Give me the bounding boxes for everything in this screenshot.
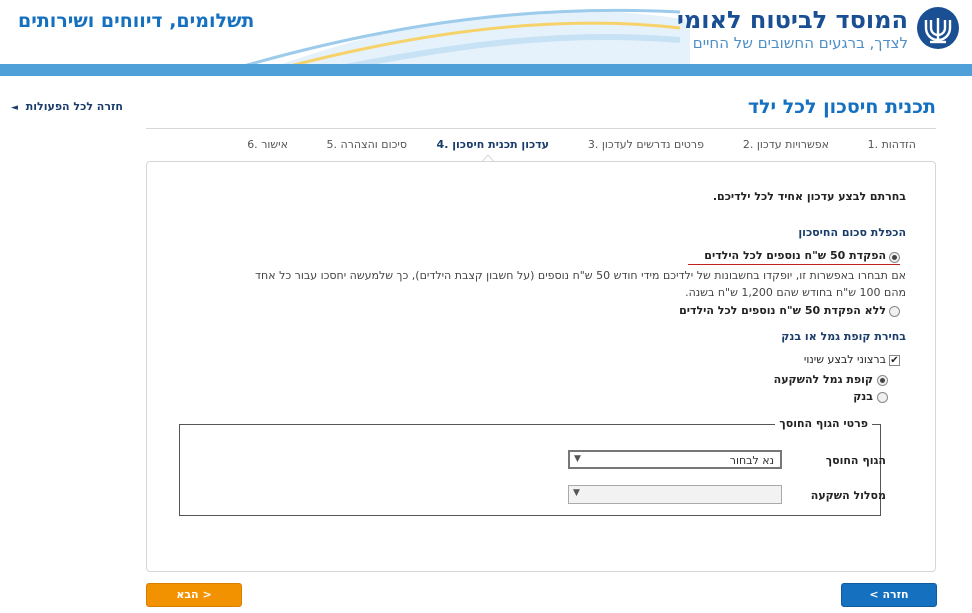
wizard-steps: 1. הזדהות 2. אפשרויות עדכון 3. פרטים נדר… <box>146 134 936 158</box>
back-to-all-actions-link[interactable]: ◄ חזרה לכל הפעולות <box>11 100 123 113</box>
doubling-option2-label[interactable]: ללא הפקדת 50 ש"ח נוספים לכל הילדים <box>679 304 886 317</box>
logo-subtitle: לצדך, ברגעים החשובים של החיים <box>692 34 908 52</box>
bank-option-label[interactable]: בנק <box>853 390 873 403</box>
steps-divider <box>146 128 936 129</box>
bank-option-radio[interactable] <box>877 392 888 403</box>
investment-track-label: מסלול השקעה <box>810 489 886 502</box>
step-required-details: 3. פרטים נדרשים לעדכון <box>587 138 704 151</box>
doubling-option1-note-line2: מהם 100 ש"ח בחודש שהם 1,200 ש"ח בשנה. <box>685 286 906 299</box>
managing-body-select-value: נא לבחור <box>729 454 774 467</box>
fund-option-label[interactable]: קופת גמל להשקעה <box>774 373 873 386</box>
change-checkbox[interactable]: ✔ <box>889 355 900 366</box>
managing-body-select[interactable]: נא לבחור ▼ <box>568 450 782 469</box>
triangle-left-icon: ◄ <box>11 103 18 113</box>
fund-choice-heading: בחירת קופת גמל או בנק <box>781 330 906 343</box>
next-button[interactable]: הבא > <box>146 583 242 607</box>
header-bar <box>0 64 972 76</box>
step-update-options: 2. אפשרויות עדכון <box>742 138 829 151</box>
site-header: תשלומים, דיווחים ושירותים המוסד לביטוח ל… <box>0 0 972 76</box>
doubling-heading: הכפלת סכום החיסכון <box>798 226 906 239</box>
back-to-all-actions-label: חזרה לכל הפעולות <box>25 100 123 113</box>
doubling-option1-note-line1: אם תבחרו באפשרות זו, יופקדו בחשבונות של … <box>255 269 906 282</box>
managing-body-legend: פרטי הגוף החוסך <box>775 417 872 430</box>
page-title: תכנית חיסכון לכל ילד <box>747 96 936 118</box>
managing-body-label: הגוף החוסך <box>825 454 886 467</box>
fund-option-radio[interactable] <box>877 375 888 386</box>
dropdown-arrow-icon: ▼ <box>574 454 581 464</box>
section-title[interactable]: תשלומים, דיווחים ושירותים <box>18 10 254 32</box>
dropdown-arrow-icon: ▼ <box>573 488 580 498</box>
intro-text: בחרתם לבצע עדכון אחיד לכל ילדיכם. <box>712 190 906 203</box>
logo-title: המוסד לביטוח לאומי <box>676 6 908 34</box>
site-logo[interactable]: המוסד לביטוח לאומי לצדך, ברגעים החשובים … <box>677 6 960 52</box>
menorah-logo-icon <box>917 7 959 49</box>
investment-track-select[interactable]: ▼ <box>568 485 782 504</box>
option1-underline <box>688 264 900 265</box>
doubling-option1-radio[interactable] <box>889 252 900 263</box>
step-summary-declaration: 5. סיכום והצהרה <box>326 138 408 151</box>
step-identification: 1. הזדהות <box>867 138 916 151</box>
doubling-option1-label[interactable]: הפקדת 50 ש"ח נוספים לכל הילדים <box>704 249 886 262</box>
step-confirmation: 6. אישור <box>247 138 288 151</box>
change-checkbox-label[interactable]: ברצוני לבצע שינוי <box>804 353 886 366</box>
back-button[interactable]: < חזרה <box>841 583 937 607</box>
doubling-option2-radio[interactable] <box>889 306 900 317</box>
